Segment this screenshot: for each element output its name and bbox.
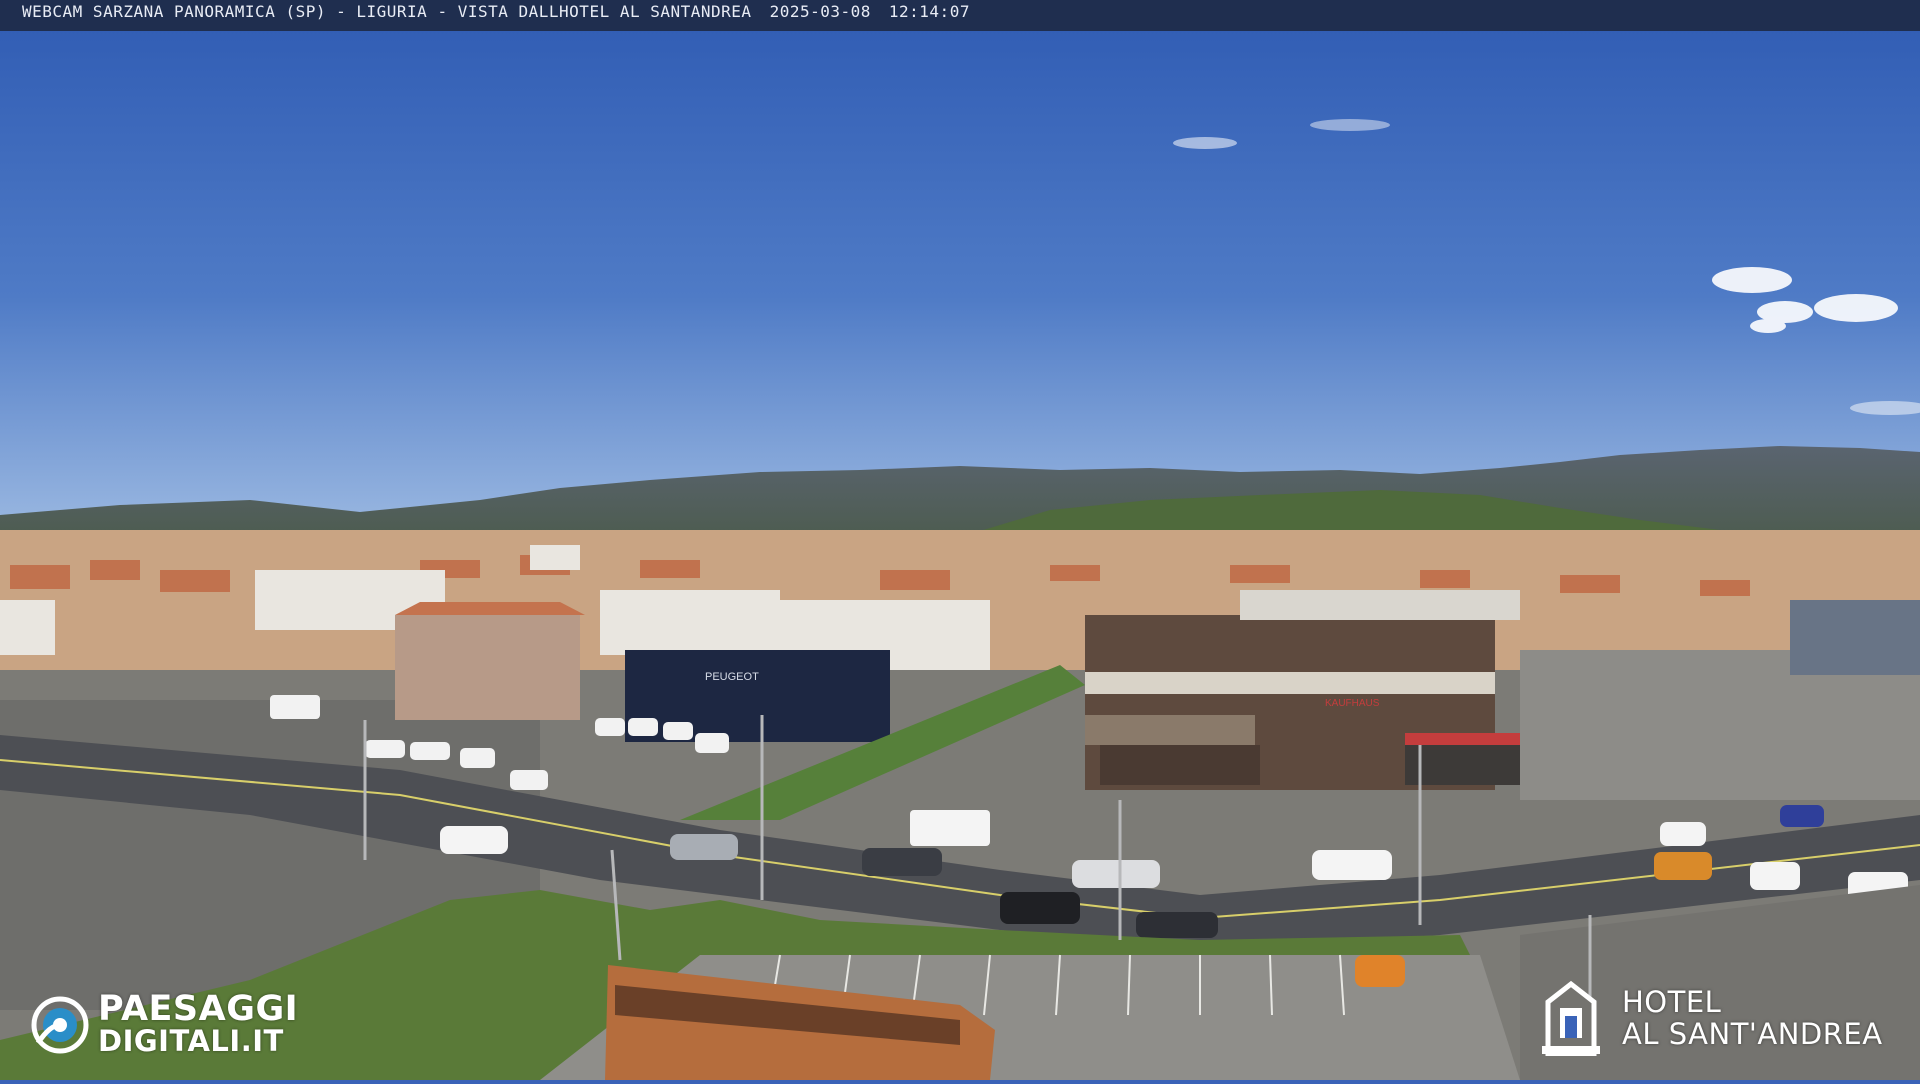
paesaggi-digitali-logo: PAESAGGI DIGITALI.IT <box>30 990 350 1060</box>
logo-line2: DIGITALI.IT <box>98 1024 284 1058</box>
hotel-line2: AL SANT'ANDREA <box>1622 1017 1883 1051</box>
webcam-title: WEBCAM SARZANA PANORAMICA (SP) - LIGURIA… <box>22 2 752 21</box>
webcam-title-bar: WEBCAM SARZANA PANORAMICA (SP) - LIGURIA… <box>0 0 1920 31</box>
webcam-frame: PEUGEOT KAUFHAUS WEBCAM SARZANA PANORAMI… <box>0 0 1920 1080</box>
hotel-logo: HOTEL AL SANT'ANDREA <box>1540 978 1915 1058</box>
blurred-building <box>395 615 580 720</box>
eye-icon <box>31 996 89 1054</box>
webcam-time: 12:14:07 <box>888 2 970 21</box>
shop-sign: KAUFHAUS <box>1325 698 1380 709</box>
dealership-sign: PEUGEOT <box>705 671 759 683</box>
webcam-scene: PEUGEOT KAUFHAUS <box>0 0 1920 1080</box>
webcam-date: 2025-03-08 <box>769 2 871 21</box>
logo-line1: PAESAGGI <box>98 989 299 1029</box>
hotel-line1: HOTEL <box>1622 985 1722 1019</box>
hotel-building-icon <box>1542 980 1600 1056</box>
